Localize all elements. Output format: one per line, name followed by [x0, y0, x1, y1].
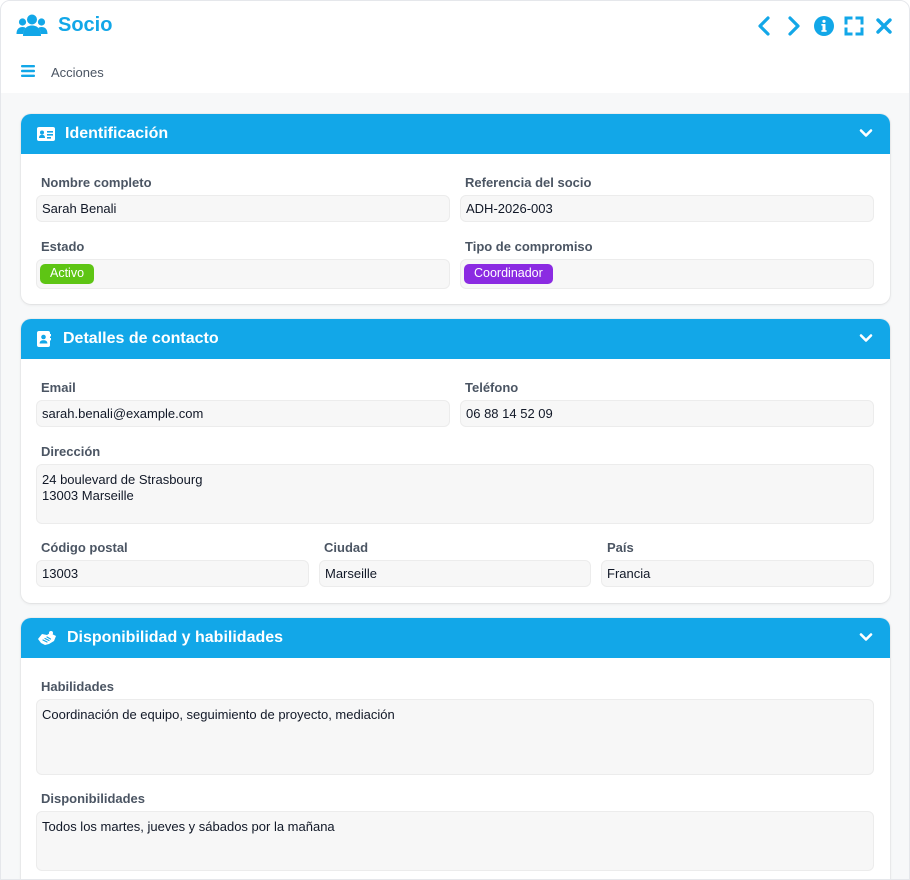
users-icon: [16, 13, 48, 37]
previous-button[interactable]: [753, 15, 775, 39]
section-contacto: Detalles de contacto Email sarah.benali@…: [21, 319, 890, 603]
email-field[interactable]: sarah.benali@example.com: [36, 400, 450, 427]
tipo-label: Tipo de compromiso: [465, 239, 593, 254]
referencia-field[interactable]: ADH-2026-003: [460, 195, 874, 222]
page-title: Socio: [58, 13, 113, 36]
window-header: Socio Acciones: [1, 1, 909, 93]
cp-field[interactable]: 13003: [36, 560, 309, 587]
email-value: sarah.benali@example.com: [42, 406, 204, 421]
cp-label: Código postal: [41, 540, 128, 555]
engagement-badge: Coordinador: [464, 264, 553, 284]
section-identificacion: Identificación Nombre completo Sarah Ben…: [21, 114, 890, 304]
fullscreen-button[interactable]: [843, 16, 865, 38]
chevron-right-icon: [787, 15, 801, 39]
referencia-value: ADH-2026-003: [466, 201, 553, 216]
nombre-label: Nombre completo: [41, 175, 152, 190]
section-disponibilidad: Disponibilidad y habilidades Habilidades…: [21, 618, 890, 879]
status-badge: Activo: [40, 264, 95, 284]
pais-label: País: [607, 540, 634, 555]
next-button[interactable]: [783, 15, 805, 39]
estado-field[interactable]: Activo: [36, 259, 450, 289]
direccion-label: Dirección: [41, 444, 101, 459]
ciudad-label: Ciudad: [324, 540, 369, 555]
pais-field[interactable]: Francia: [601, 560, 874, 587]
telefono-field[interactable]: 06 88 14 52 09: [460, 400, 874, 427]
cp-value: 13003: [42, 566, 79, 581]
referencia-label: Referencia del socio: [465, 175, 592, 190]
chevron-down-icon[interactable]: [859, 331, 873, 348]
disponibilidades-value: Todos los martes, jueves y sábados por l…: [42, 819, 335, 834]
chevron-down-icon[interactable]: [859, 630, 873, 647]
disponibilidades-label: Disponibilidades: [41, 791, 146, 806]
section-header[interactable]: Detalles de contacto: [21, 319, 890, 359]
info-button[interactable]: [813, 15, 835, 40]
telefono-label: Teléfono: [465, 380, 519, 395]
chevron-down-icon[interactable]: [859, 126, 873, 143]
section-header[interactable]: Disponibilidad y habilidades: [21, 618, 890, 658]
record-window: Socio Acciones Identificación Nombre com…: [0, 0, 910, 880]
close-icon: [875, 17, 893, 38]
ciudad-value: Marseille: [325, 566, 378, 581]
tipo-field[interactable]: Coordinador: [460, 259, 874, 289]
email-label: Email: [41, 380, 76, 395]
ciudad-field[interactable]: Marseille: [319, 560, 591, 587]
habilidades-label: Habilidades: [41, 679, 114, 694]
pais-value: Francia: [607, 566, 651, 581]
section-title: Detalles de contacto: [63, 330, 219, 347]
actions-label[interactable]: Acciones: [51, 65, 104, 80]
chevron-left-icon: [757, 15, 771, 39]
disponibilidades-field[interactable]: Todos los martes, jueves y sábados por l…: [36, 811, 874, 871]
header-actions: [753, 15, 895, 40]
nombre-field[interactable]: Sarah Benali: [36, 195, 450, 222]
direccion-field[interactable]: 24 boulevard de Strasbourg 13003 Marseil…: [36, 464, 874, 524]
title-group: Socio: [16, 13, 112, 37]
habilidades-field[interactable]: Coordinación de equipo, seguimiento de p…: [36, 699, 874, 775]
handshake-icon: [37, 630, 57, 646]
menu-icon: [21, 65, 35, 80]
actions-menu[interactable]: Acciones: [21, 65, 104, 80]
section-title: Identificación: [65, 125, 169, 142]
close-button[interactable]: [873, 16, 895, 38]
estado-label: Estado: [41, 239, 85, 254]
section-title: Disponibilidad y habilidades: [67, 629, 284, 646]
address-book-icon: [37, 331, 51, 347]
telefono-value: 06 88 14 52 09: [466, 406, 553, 421]
direccion-value: 24 boulevard de Strasbourg 13003 Marseil…: [42, 472, 203, 503]
habilidades-value: Coordinación de equipo, seguimiento de p…: [42, 707, 395, 722]
info-icon: [813, 15, 835, 40]
section-header[interactable]: Identificación: [21, 114, 890, 154]
nombre-value: Sarah Benali: [42, 201, 117, 216]
expand-icon: [844, 16, 864, 39]
id-card-icon: [37, 127, 55, 141]
